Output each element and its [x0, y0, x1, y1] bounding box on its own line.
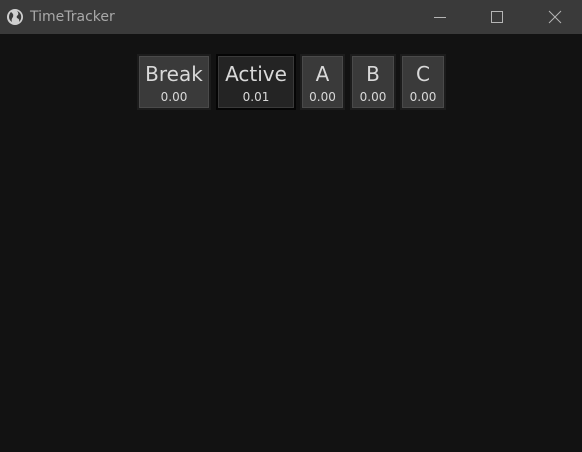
category-button-break[interactable]: Break 0.00 [137, 54, 211, 110]
category-button-b[interactable]: B 0.00 [350, 54, 396, 110]
minimize-button[interactable] [417, 0, 463, 34]
maximize-icon [491, 11, 503, 23]
main-content: Break 0.00 Active 0.01 A 0.00 B 0.00 C 0… [0, 34, 582, 452]
globe-icon [6, 8, 24, 26]
category-button-active[interactable]: Active 0.01 [216, 54, 296, 110]
category-time: 0.00 [309, 90, 336, 104]
category-button-c[interactable]: C 0.00 [400, 54, 446, 110]
category-button-a[interactable]: A 0.00 [300, 54, 345, 110]
category-label: Break [145, 62, 203, 86]
category-label: A [315, 62, 330, 86]
app-window: TimeTracker Break 0.00 Active 0.01 A 0.0… [0, 0, 582, 452]
close-icon [548, 10, 562, 24]
category-time: 0.00 [160, 90, 188, 104]
window-title: TimeTracker [30, 9, 115, 25]
minimize-icon [434, 17, 446, 18]
category-label: C [416, 62, 430, 86]
category-time: 0.01 [242, 90, 270, 104]
category-label: B [366, 62, 380, 86]
close-button[interactable] [532, 0, 578, 34]
category-time: 0.00 [359, 90, 387, 104]
maximize-button[interactable] [474, 0, 520, 34]
category-label: Active [225, 62, 287, 86]
category-time: 0.00 [409, 90, 437, 104]
title-bar[interactable]: TimeTracker [0, 0, 582, 34]
